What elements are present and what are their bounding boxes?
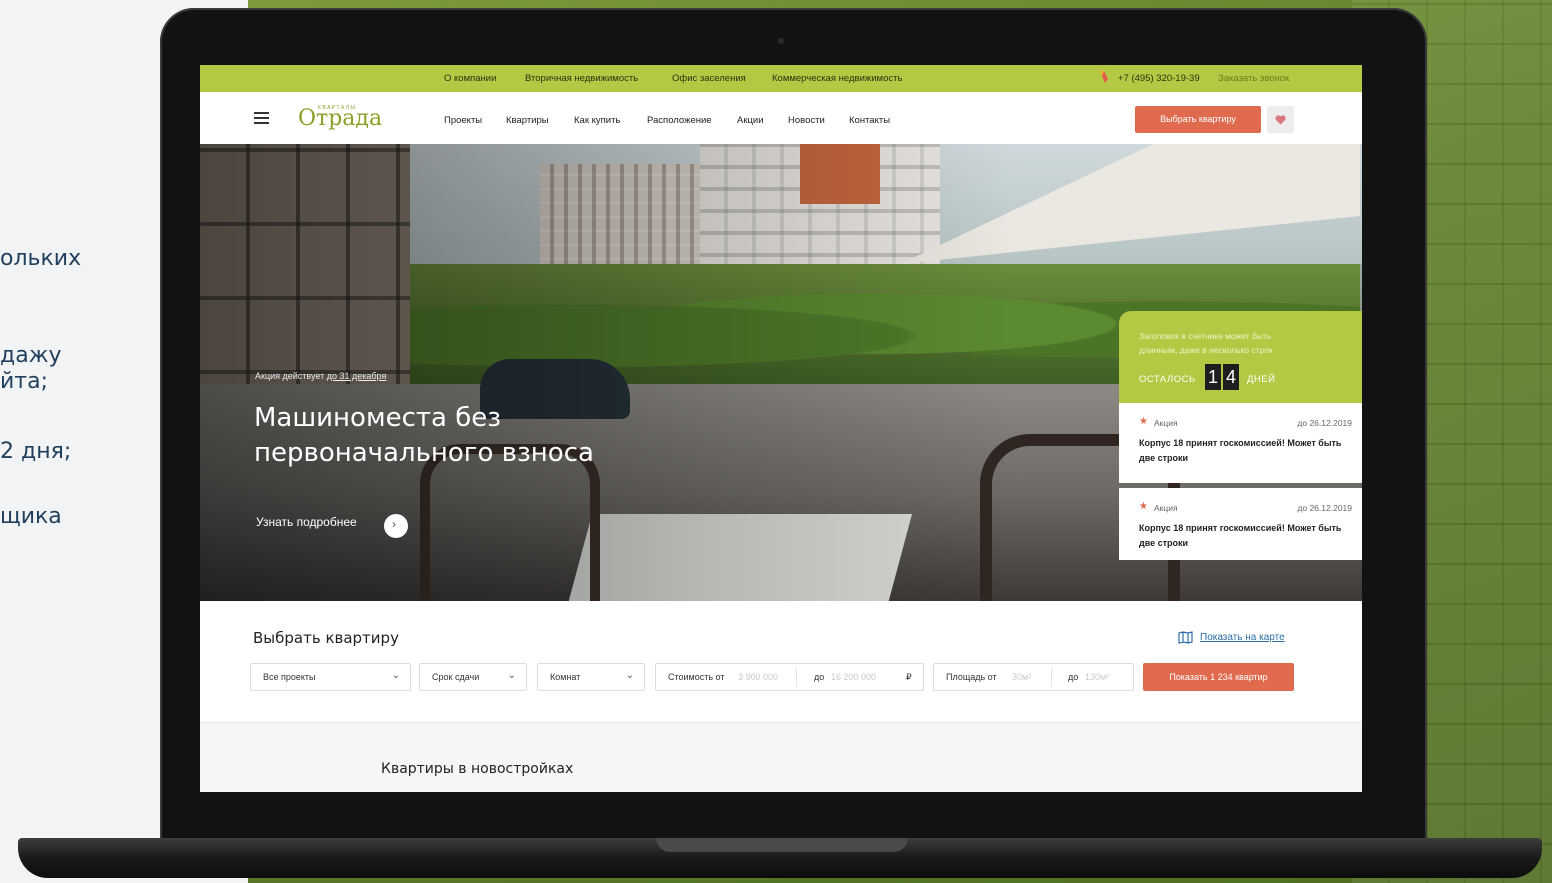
countdown-digit: 1	[1205, 364, 1221, 390]
price-from-field[interactable]: 3 900 000	[738, 672, 778, 682]
promo-card[interactable]: ★ Акция до 26.12.2019 Корпус 18 принят г…	[1119, 403, 1362, 483]
nav-projects[interactable]: Проекты	[444, 115, 482, 126]
promo-note-prefix: Акция действует	[255, 371, 327, 381]
main-header: КВАРТАЛЫ Отрада Проекты Квартиры Как куп…	[200, 92, 1362, 144]
deadline-select-value: Срок сдачи	[432, 672, 480, 682]
promo-tag: Акция	[1154, 418, 1178, 428]
countdown-digit: 4	[1223, 364, 1239, 390]
nav-news[interactable]: Новости	[788, 115, 825, 126]
more-link[interactable]: Узнать подробнее	[256, 515, 357, 529]
promo-note: Акция действует до 31 декабря	[255, 371, 386, 381]
field-separator	[796, 669, 797, 687]
promo-text: Корпус 18 принят госкомиссией! Может быт…	[1139, 438, 1342, 463]
deadline-select[interactable]: Срок сдачи ⌄	[419, 663, 527, 691]
promo-note-deadline[interactable]: до 31 декабря	[327, 371, 387, 381]
countdown-panel: Заголовок в счетчике может быть длинным,…	[1119, 311, 1362, 403]
field-separator	[1051, 669, 1052, 687]
projects-select[interactable]: Все проекты ⌄	[250, 663, 411, 691]
menu-icon[interactable]	[254, 112, 269, 124]
phone-icon	[1100, 71, 1108, 83]
chevron-down-icon: ⌄	[507, 670, 516, 681]
price-to-label: до	[814, 672, 825, 682]
toplink-secondary[interactable]: Вторичная недвижимость	[525, 73, 638, 84]
logo[interactable]: Отрада	[298, 106, 382, 131]
laptop-notch	[656, 838, 908, 852]
nav-location[interactable]: Расположение	[647, 115, 712, 126]
currency-sign: ₽	[906, 672, 912, 682]
price-from-label: Стоимость от	[668, 672, 725, 682]
star-icon: ★	[1139, 416, 1148, 427]
promo-card[interactable]: ★ Акция до 26.12.2019 Корпус 18 принят г…	[1119, 488, 1362, 560]
map-icon	[1178, 631, 1193, 644]
nav-promotions[interactable]: Акции	[737, 115, 764, 126]
toplink-commercial[interactable]: Коммерческая недвижимость	[772, 73, 902, 84]
choose-apartment-button[interactable]: Выбрать квартиру	[1135, 106, 1261, 133]
favorites-button[interactable]	[1267, 106, 1294, 133]
promo-text: Корпус 18 принят госкомиссией! Может быт…	[1139, 523, 1342, 548]
promo-tag: Акция	[1154, 503, 1178, 513]
side-text-1: ольких	[0, 246, 82, 271]
camera-dot	[778, 38, 784, 44]
area-from-field[interactable]: 30м²	[1012, 672, 1031, 682]
chevron-down-icon: ⌄	[625, 670, 634, 681]
countdown-heading: Заголовок в счетчике может быть длинным,…	[1139, 331, 1273, 355]
lower-section: Квартиры в новостройках	[200, 722, 1362, 792]
area-from-label: Площадь от	[946, 672, 997, 682]
price-to-field[interactable]: 16 200 000	[831, 672, 876, 682]
phone-number[interactable]: +7 (495) 320-19-39	[1118, 73, 1200, 84]
countdown-days-label: ДНЕЙ	[1247, 374, 1276, 385]
nav-contacts[interactable]: Контакты	[849, 115, 890, 126]
side-text-4: 2 дня;	[0, 439, 72, 464]
area-range-input[interactable]: Площадь от 30м² до 130м²	[933, 663, 1134, 691]
side-text-3: йта;	[0, 369, 49, 394]
promo-date: до 26.12.2019	[1297, 418, 1352, 428]
side-text-2: дажу	[0, 343, 62, 368]
projects-select-value: Все проекты	[263, 672, 316, 682]
hero-title: Машиноместа без первоначального взноса	[254, 403, 594, 468]
nav-apartments[interactable]: Квартиры	[506, 115, 549, 126]
countdown-left-label: ОСТАЛОСЬ	[1139, 374, 1196, 385]
nav-how-to-buy[interactable]: Как купить	[574, 115, 620, 126]
area-to-label: до	[1068, 672, 1079, 682]
rooms-select-value: Комнат	[550, 672, 581, 682]
filter-title: Выбрать квартиру	[253, 629, 399, 647]
side-text-5: щика	[0, 504, 62, 529]
heart-icon	[1275, 115, 1286, 125]
callback-link[interactable]: Заказать звонок	[1218, 73, 1289, 84]
rooms-select[interactable]: Комнат ⌄	[537, 663, 645, 691]
website-screen: О компании Вторичная недвижимость Офис з…	[200, 65, 1362, 792]
toplink-company[interactable]: О компании	[444, 73, 496, 84]
show-on-map-link[interactable]: Показать на карте	[1200, 632, 1285, 643]
toplink-settlement[interactable]: Офис заселения	[672, 73, 746, 84]
arrow-right-icon[interactable]: ›	[384, 514, 408, 538]
star-icon: ★	[1139, 501, 1148, 512]
section-title: Квартиры в новостройках	[381, 761, 574, 777]
price-range-input[interactable]: Стоимость от 3 900 000 до 16 200 000 ₽	[655, 663, 924, 691]
chevron-down-icon: ⌄	[391, 670, 400, 681]
promo-date: до 26.12.2019	[1297, 503, 1352, 513]
top-bar: О компании Вторичная недвижимость Офис з…	[200, 65, 1362, 92]
area-to-field[interactable]: 130м²	[1085, 672, 1109, 682]
show-apartments-button[interactable]: Показать 1 234 квартир	[1143, 663, 1294, 691]
